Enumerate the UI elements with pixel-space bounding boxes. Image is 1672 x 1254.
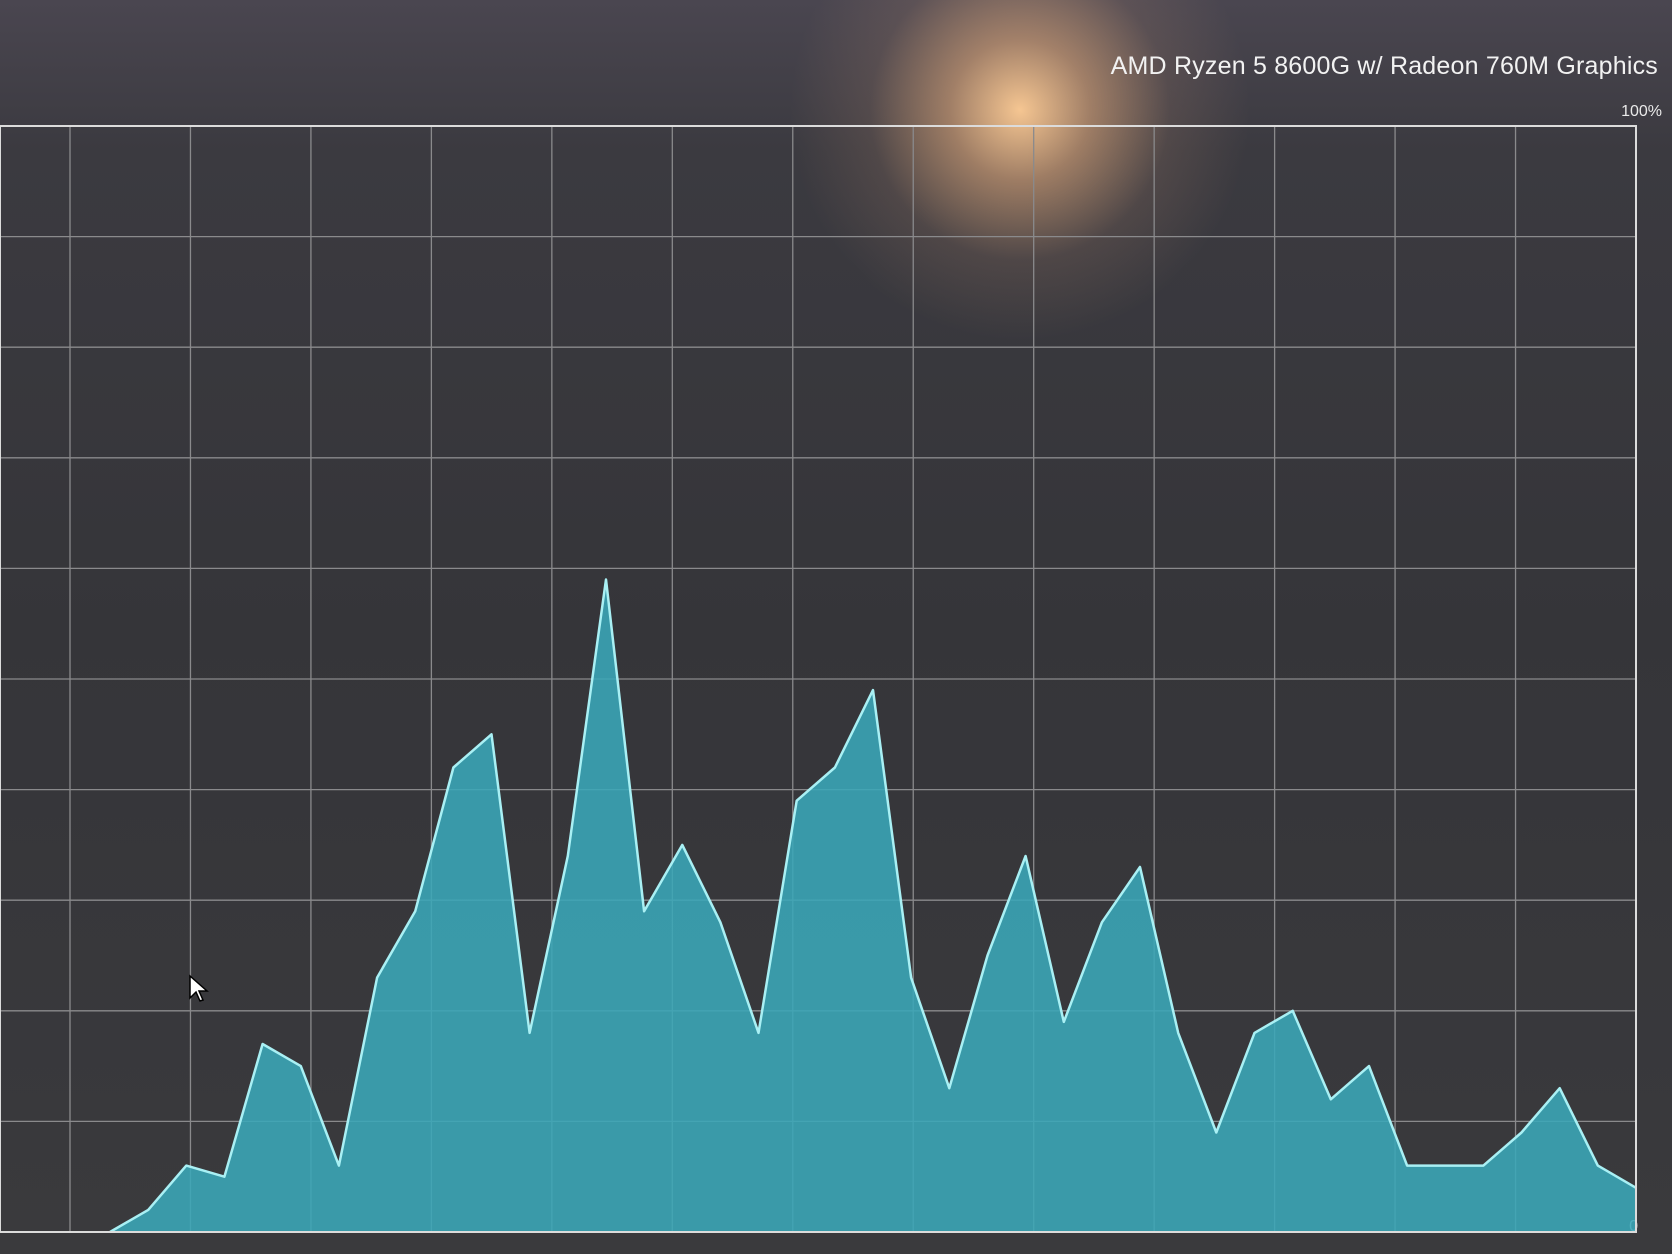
utilization-area <box>110 579 1636 1232</box>
utilization-graph <box>0 125 1637 1234</box>
mouse-cursor-icon <box>189 974 209 1002</box>
graph-plot <box>109 578 1637 1234</box>
